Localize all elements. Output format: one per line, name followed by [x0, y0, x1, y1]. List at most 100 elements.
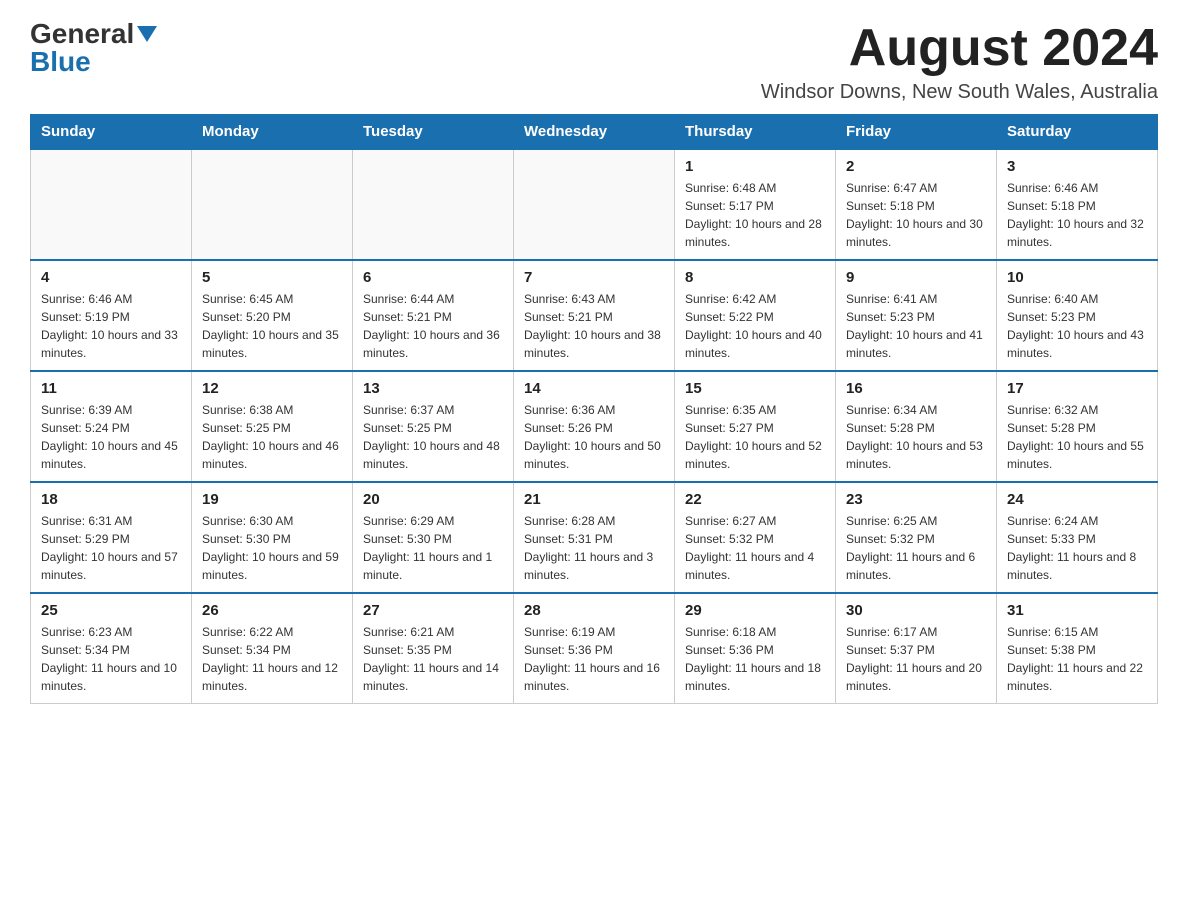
header: General Blue August 2024 Windsor Downs, …	[30, 20, 1158, 104]
day-info: Sunrise: 6:44 AMSunset: 5:21 PMDaylight:…	[363, 290, 503, 362]
calendar-week-row: 4 Sunrise: 6:46 AMSunset: 5:19 PMDaylight…	[31, 260, 1158, 371]
day-info: Sunrise: 6:15 AMSunset: 5:38 PMDaylight:…	[1007, 623, 1147, 695]
calendar-cell: 7 Sunrise: 6:43 AMSunset: 5:21 PMDaylight…	[514, 260, 675, 371]
col-header-wednesday: Wednesday	[514, 115, 675, 150]
day-number: 5	[202, 269, 342, 286]
day-number: 16	[846, 380, 986, 397]
calendar-cell	[514, 149, 675, 260]
calendar-week-row: 18 Sunrise: 6:31 AMSunset: 5:29 PMDayligh…	[31, 482, 1158, 593]
day-info: Sunrise: 6:21 AMSunset: 5:35 PMDaylight:…	[363, 623, 503, 695]
col-header-monday: Monday	[192, 115, 353, 150]
calendar-cell	[353, 149, 514, 260]
calendar-cell	[31, 149, 192, 260]
calendar-cell: 23 Sunrise: 6:25 AMSunset: 5:32 PMDayligh…	[836, 482, 997, 593]
day-number: 6	[363, 269, 503, 286]
day-info: Sunrise: 6:43 AMSunset: 5:21 PMDaylight:…	[524, 290, 664, 362]
day-number: 14	[524, 380, 664, 397]
location-title: Windsor Downs, New South Wales, Australi…	[761, 81, 1158, 104]
day-info: Sunrise: 6:42 AMSunset: 5:22 PMDaylight:…	[685, 290, 825, 362]
day-number: 10	[1007, 269, 1147, 286]
day-info: Sunrise: 6:23 AMSunset: 5:34 PMDaylight:…	[41, 623, 181, 695]
day-number: 25	[41, 602, 181, 619]
day-info: Sunrise: 6:48 AMSunset: 5:17 PMDaylight:…	[685, 179, 825, 251]
calendar-table: SundayMondayTuesdayWednesdayThursdayFrid…	[30, 114, 1158, 704]
calendar-week-row: 1Sunrise: 6:48 AMSunset: 5:17 PMDaylight…	[31, 149, 1158, 260]
day-info: Sunrise: 6:28 AMSunset: 5:31 PMDaylight:…	[524, 512, 664, 584]
day-number: 19	[202, 491, 342, 508]
day-number: 2	[846, 158, 986, 175]
day-info: Sunrise: 6:32 AMSunset: 5:28 PMDaylight:…	[1007, 401, 1147, 473]
logo-blue-text: Blue	[30, 48, 91, 76]
calendar-cell: 8 Sunrise: 6:42 AMSunset: 5:22 PMDaylight…	[675, 260, 836, 371]
day-number: 8	[685, 269, 825, 286]
day-number: 22	[685, 491, 825, 508]
day-number: 21	[524, 491, 664, 508]
day-info: Sunrise: 6:27 AMSunset: 5:32 PMDaylight:…	[685, 512, 825, 584]
calendar-cell: 30 Sunrise: 6:17 AMSunset: 5:37 PMDayligh…	[836, 593, 997, 704]
calendar-cell: 13Sunrise: 6:37 AMSunset: 5:25 PMDayligh…	[353, 371, 514, 482]
day-info: Sunrise: 6:31 AMSunset: 5:29 PMDaylight:…	[41, 512, 181, 584]
day-info: Sunrise: 6:37 AMSunset: 5:25 PMDaylight:…	[363, 401, 503, 473]
calendar-cell: 26Sunrise: 6:22 AMSunset: 5:34 PMDayligh…	[192, 593, 353, 704]
calendar-cell: 12Sunrise: 6:38 AMSunset: 5:25 PMDayligh…	[192, 371, 353, 482]
day-info: Sunrise: 6:29 AMSunset: 5:30 PMDaylight:…	[363, 512, 503, 584]
calendar-cell	[192, 149, 353, 260]
day-number: 20	[363, 491, 503, 508]
day-number: 12	[202, 380, 342, 397]
day-info: Sunrise: 6:36 AMSunset: 5:26 PMDaylight:…	[524, 401, 664, 473]
calendar-cell: 15 Sunrise: 6:35 AMSunset: 5:27 PMDayligh…	[675, 371, 836, 482]
calendar-cell: 1Sunrise: 6:48 AMSunset: 5:17 PMDaylight…	[675, 149, 836, 260]
day-info: Sunrise: 6:17 AMSunset: 5:37 PMDaylight:…	[846, 623, 986, 695]
logo: General Blue	[30, 20, 157, 76]
calendar-cell: 2 Sunrise: 6:47 AMSunset: 5:18 PMDaylight…	[836, 149, 997, 260]
calendar-cell: 29 Sunrise: 6:18 AMSunset: 5:36 PMDayligh…	[675, 593, 836, 704]
col-header-saturday: Saturday	[997, 115, 1158, 150]
title-area: August 2024 Windsor Downs, New South Wal…	[761, 20, 1158, 104]
day-info: Sunrise: 6:46 AMSunset: 5:18 PMDaylight:…	[1007, 179, 1147, 251]
day-number: 3	[1007, 158, 1147, 175]
day-info: Sunrise: 6:39 AMSunset: 5:24 PMDaylight:…	[41, 401, 181, 473]
day-number: 9	[846, 269, 986, 286]
day-number: 18	[41, 491, 181, 508]
calendar-cell: 31Sunrise: 6:15 AMSunset: 5:38 PMDayligh…	[997, 593, 1158, 704]
day-info: Sunrise: 6:35 AMSunset: 5:27 PMDaylight:…	[685, 401, 825, 473]
calendar-cell: 4 Sunrise: 6:46 AMSunset: 5:19 PMDaylight…	[31, 260, 192, 371]
day-number: 23	[846, 491, 986, 508]
day-info: Sunrise: 6:24 AMSunset: 5:33 PMDaylight:…	[1007, 512, 1147, 584]
day-info: Sunrise: 6:19 AMSunset: 5:36 PMDaylight:…	[524, 623, 664, 695]
calendar-cell: 6 Sunrise: 6:44 AMSunset: 5:21 PMDaylight…	[353, 260, 514, 371]
day-number: 30	[846, 602, 986, 619]
calendar-cell: 16Sunrise: 6:34 AMSunset: 5:28 PMDayligh…	[836, 371, 997, 482]
col-header-sunday: Sunday	[31, 115, 192, 150]
calendar-cell: 21 Sunrise: 6:28 AMSunset: 5:31 PMDayligh…	[514, 482, 675, 593]
day-number: 28	[524, 602, 664, 619]
day-number: 11	[41, 380, 181, 397]
month-title: August 2024	[761, 20, 1158, 77]
day-info: Sunrise: 6:45 AMSunset: 5:20 PMDaylight:…	[202, 290, 342, 362]
day-number: 15	[685, 380, 825, 397]
calendar-cell: 20 Sunrise: 6:29 AMSunset: 5:30 PMDayligh…	[353, 482, 514, 593]
calendar-cell: 18 Sunrise: 6:31 AMSunset: 5:29 PMDayligh…	[31, 482, 192, 593]
day-number: 29	[685, 602, 825, 619]
calendar-header-row: SundayMondayTuesdayWednesdayThursdayFrid…	[31, 115, 1158, 150]
day-number: 27	[363, 602, 503, 619]
calendar-cell: 5 Sunrise: 6:45 AMSunset: 5:20 PMDaylight…	[192, 260, 353, 371]
day-info: Sunrise: 6:47 AMSunset: 5:18 PMDaylight:…	[846, 179, 986, 251]
day-number: 7	[524, 269, 664, 286]
day-info: Sunrise: 6:41 AMSunset: 5:23 PMDaylight:…	[846, 290, 986, 362]
calendar-cell: 11 Sunrise: 6:39 AMSunset: 5:24 PMDayligh…	[31, 371, 192, 482]
calendar-cell: 3 Sunrise: 6:46 AMSunset: 5:18 PMDaylight…	[997, 149, 1158, 260]
day-info: Sunrise: 6:22 AMSunset: 5:34 PMDaylight:…	[202, 623, 342, 695]
day-info: Sunrise: 6:18 AMSunset: 5:36 PMDaylight:…	[685, 623, 825, 695]
calendar-week-row: 25 Sunrise: 6:23 AMSunset: 5:34 PMDayligh…	[31, 593, 1158, 704]
day-info: Sunrise: 6:46 AMSunset: 5:19 PMDaylight:…	[41, 290, 181, 362]
logo-general-text: General	[30, 20, 134, 48]
day-number: 17	[1007, 380, 1147, 397]
col-header-thursday: Thursday	[675, 115, 836, 150]
calendar-cell: 24Sunrise: 6:24 AMSunset: 5:33 PMDayligh…	[997, 482, 1158, 593]
day-info: Sunrise: 6:25 AMSunset: 5:32 PMDaylight:…	[846, 512, 986, 584]
calendar-cell: 9 Sunrise: 6:41 AMSunset: 5:23 PMDaylight…	[836, 260, 997, 371]
calendar-cell: 28 Sunrise: 6:19 AMSunset: 5:36 PMDayligh…	[514, 593, 675, 704]
day-number: 4	[41, 269, 181, 286]
calendar-cell: 14 Sunrise: 6:36 AMSunset: 5:26 PMDayligh…	[514, 371, 675, 482]
